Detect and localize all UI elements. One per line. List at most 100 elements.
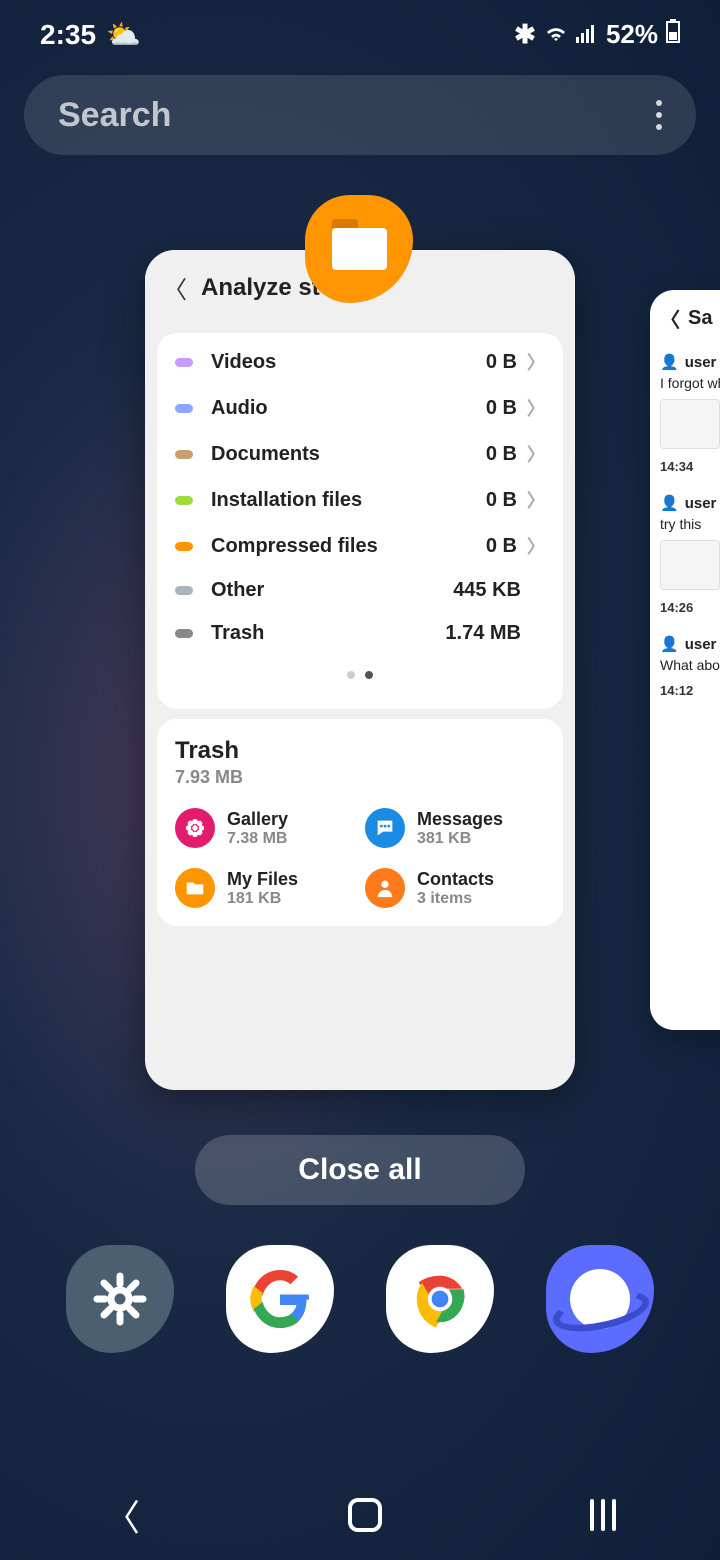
category-pill [175, 450, 193, 459]
storage-row: Trash 1.74 MB [157, 612, 563, 655]
chevron-right-icon: 〉 [527, 487, 545, 513]
trash-item-name: Gallery [227, 809, 288, 830]
close-all-button[interactable]: Close all [195, 1135, 525, 1205]
gear-icon [93, 1272, 147, 1326]
storage-row[interactable]: Documents 0 B 〉 [157, 431, 563, 477]
row-label: Installation files [211, 489, 486, 512]
row-label: Other [211, 579, 453, 602]
row-size: 445 KB [453, 579, 521, 602]
chat-message[interactable]: 👤 user What abo microsof 14:12 [660, 635, 720, 698]
pager-dot [347, 671, 355, 679]
chevron-right-icon: 〉 [527, 533, 545, 559]
status-left: 2:35 ⛅ [40, 18, 141, 51]
dock-chrome[interactable] [386, 1245, 494, 1353]
search-bar[interactable]: Search [24, 75, 696, 155]
trash-item[interactable]: Contacts 3 items [365, 868, 545, 908]
trash-section: Trash 7.93 MB Gallery 7.38 MB Messages 3… [157, 719, 563, 926]
chat-text: I forgot whats in [660, 375, 720, 391]
category-pill [175, 586, 193, 595]
trash-item[interactable]: My Files 181 KB [175, 868, 355, 908]
trash-item-sub: 181 KB [227, 890, 298, 908]
nav-recent[interactable] [590, 1499, 616, 1531]
chrome-icon [409, 1268, 471, 1330]
wifi-icon [544, 19, 568, 50]
trash-item[interactable]: Messages 381 KB [365, 808, 545, 848]
row-size: 1.74 MB [445, 622, 521, 645]
dock-google[interactable] [226, 1245, 334, 1353]
nav-home[interactable] [348, 1498, 382, 1532]
row-label: Compressed files [211, 535, 486, 558]
bluetooth-icon: ✱ [514, 19, 536, 50]
folder-icon [332, 228, 387, 270]
folder-icon [175, 868, 215, 908]
trash-item-name: Messages [417, 809, 503, 830]
weather-icon: ⛅ [106, 18, 141, 51]
signal-icon [576, 19, 598, 50]
row-label: Audio [211, 397, 486, 420]
chat-text: What abo microsof [660, 657, 720, 673]
search-placeholder: Search [58, 96, 171, 135]
row-label: Videos [211, 351, 486, 374]
trash-item[interactable]: Gallery 7.38 MB [175, 808, 355, 848]
chevron-right-icon: 〉 [527, 349, 545, 375]
row-size: 0 B [486, 443, 517, 466]
trash-item-info: Messages 381 KB [417, 809, 503, 848]
category-pill [175, 358, 193, 367]
back-icon[interactable]: 〈 [660, 304, 680, 333]
flower-icon [175, 808, 215, 848]
person-icon: 👤 [660, 635, 679, 653]
trash-item-info: Contacts 3 items [417, 869, 494, 908]
trash-item-info: My Files 181 KB [227, 869, 298, 908]
chat-thumbnail [660, 540, 720, 590]
person-icon [365, 868, 405, 908]
more-icon[interactable] [656, 100, 662, 130]
close-all-label: Close all [298, 1153, 421, 1187]
chat-message[interactable]: 👤 user I forgot whats in 14:34 [660, 353, 720, 474]
storage-row[interactable]: Installation files 0 B 〉 [157, 477, 563, 523]
dock-internet[interactable] [546, 1245, 654, 1353]
row-size: 0 B [486, 397, 517, 420]
chat-user: 👤 user [660, 353, 720, 371]
planet-icon [570, 1269, 630, 1329]
trash-item-info: Gallery 7.38 MB [227, 809, 288, 848]
row-size: 0 B [486, 535, 517, 558]
category-pill [175, 496, 193, 505]
recents-area: 〈 Analyze storage Videos 0 B 〉 Audio 0 B… [0, 195, 720, 1115]
chat-user: 👤 user [660, 635, 720, 653]
chat-user: 👤 user [660, 494, 720, 512]
status-right: ✱ 52% [514, 19, 680, 50]
status-bar: 2:35 ⛅ ✱ 52% [0, 0, 720, 61]
dock-settings[interactable] [66, 1245, 174, 1353]
secondary-title: Sa [688, 307, 712, 330]
battery-icon [666, 19, 680, 50]
secondary-header: 〈 Sa [660, 304, 720, 333]
dock [0, 1205, 720, 1373]
google-icon [249, 1268, 311, 1330]
back-icon[interactable]: 〈 [163, 270, 187, 305]
person-icon: 👤 [660, 353, 679, 371]
category-pill [175, 629, 193, 638]
storage-row[interactable]: Audio 0 B 〉 [157, 385, 563, 431]
app-card-secondary[interactable]: 〈 Sa 👤 user I forgot whats in 14:34 👤 us… [650, 290, 720, 1030]
nav-bar: 〈 [0, 1470, 720, 1560]
chat-time: 14:26 [660, 600, 720, 615]
storage-list: Videos 0 B 〉 Audio 0 B 〉 Documents 0 B 〉… [157, 333, 563, 709]
trash-item-sub: 381 KB [417, 830, 503, 848]
trash-item-name: Contacts [417, 869, 494, 890]
storage-row[interactable]: Compressed files 0 B 〉 [157, 523, 563, 569]
row-label: Documents [211, 443, 486, 466]
chat-icon [365, 808, 405, 848]
nav-back[interactable]: 〈 [104, 1489, 140, 1541]
pager [157, 671, 563, 679]
chat-text: try this [660, 516, 720, 532]
chat-thumbnail [660, 399, 720, 449]
app-card-my-files[interactable]: 〈 Analyze storage Videos 0 B 〉 Audio 0 B… [145, 250, 575, 1090]
chevron-right-icon: 〉 [527, 395, 545, 421]
row-label: Trash [211, 622, 445, 645]
chevron-right-icon: 〉 [527, 441, 545, 467]
person-icon: 👤 [660, 494, 679, 512]
storage-row[interactable]: Videos 0 B 〉 [157, 339, 563, 385]
chat-message[interactable]: 👤 user try this 14:26 [660, 494, 720, 615]
trash-item-sub: 3 items [417, 890, 494, 908]
status-time: 2:35 [40, 19, 96, 51]
